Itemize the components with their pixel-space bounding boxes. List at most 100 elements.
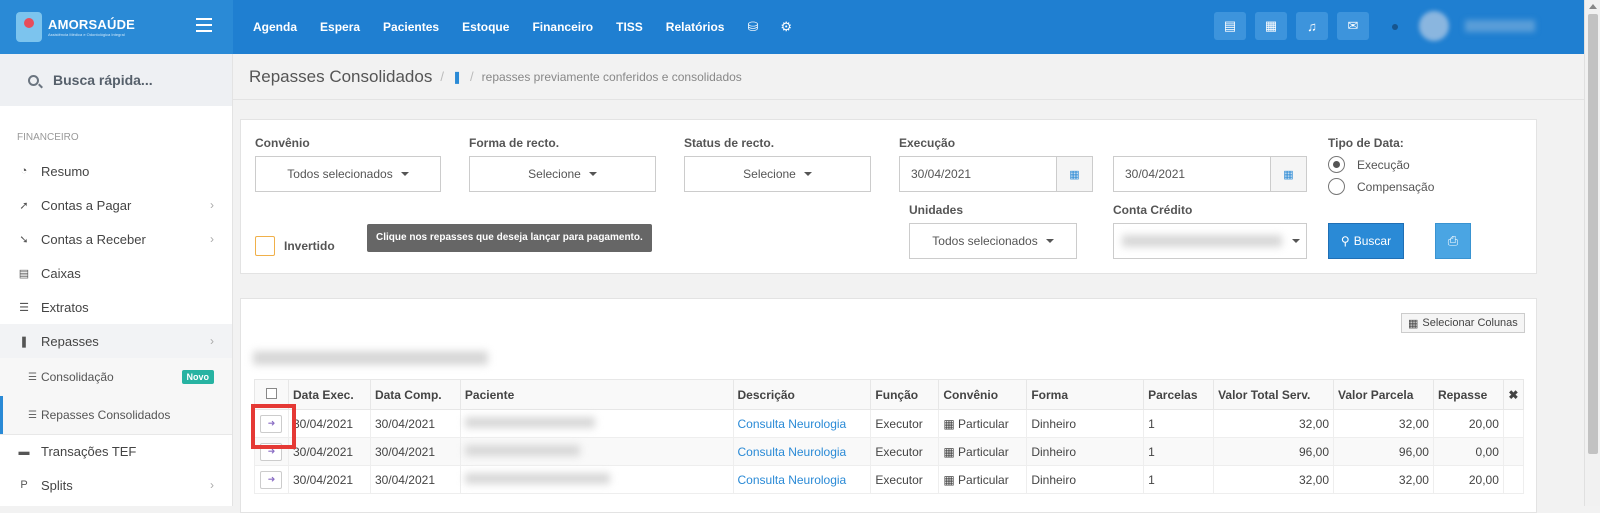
buscar-button[interactable]: ⚲ Buscar	[1328, 223, 1404, 259]
table-row[interactable]: ➜ 30/04/2021 30/04/2021 Consulta Neurolo…	[254, 409, 1525, 438]
select-columns-button[interactable]: ▦ Selecionar Colunas	[1401, 313, 1525, 333]
col-parcelas[interactable]: Parcelas	[1143, 379, 1215, 410]
conta-credito-select[interactable]	[1113, 223, 1307, 259]
quick-search[interactable]: Busca rápida...	[0, 54, 232, 106]
sidebar-item-label: Consolidação	[40, 370, 114, 384]
search-icon: ⚲	[1340, 234, 1350, 248]
close-columns-icon[interactable]: ✖	[1502, 379, 1525, 410]
arrow-down-circle-icon: ➘	[19, 233, 29, 246]
search-placeholder: Busca rápida...	[53, 72, 153, 88]
sidebar-item-contas-pagar[interactable]: ➚ Contas a Pagar ›	[0, 188, 232, 222]
list-icon: ☰	[28, 371, 37, 383]
table-icon: ▦	[1408, 317, 1419, 330]
highlight-box	[251, 404, 296, 449]
arrow-up-circle-icon: ➚	[19, 199, 29, 212]
new-badge: Novo	[181, 370, 214, 384]
cell-descricao[interactable]: Consulta Neurologia	[732, 465, 872, 494]
convenio-text: Particular	[958, 416, 1009, 431]
menu-relatorios[interactable]: Relatórios	[666, 20, 725, 34]
col-valor-total[interactable]: Valor Total Serv.	[1213, 379, 1335, 410]
print-button[interactable]: ⎙	[1435, 223, 1471, 259]
col-valor-parcela[interactable]: Valor Parcela	[1333, 379, 1434, 410]
chat-icon[interactable]: ✉	[1337, 12, 1369, 40]
menu-espera[interactable]: Espera	[320, 20, 360, 34]
menu-financeiro[interactable]: Financeiro	[532, 20, 593, 34]
bell-icon[interactable]: ♫	[1296, 12, 1328, 40]
menu-pacientes[interactable]: Pacientes	[383, 20, 439, 34]
forma-dropdown[interactable]: Selecione	[469, 156, 656, 192]
repasses-table: Data Exec. Data Comp. Paciente Descrição…	[254, 379, 1525, 494]
convenio-dropdown[interactable]: Todos selecionados	[255, 156, 441, 192]
user-name-redacted[interactable]	[1465, 20, 1535, 32]
cell-descricao[interactable]: Consulta Neurologia	[732, 437, 872, 466]
chevron-right-icon: ›	[210, 478, 214, 492]
descricao-link[interactable]: Consulta Neurologia	[738, 473, 847, 487]
brand-area[interactable]: AMORSAÚDE Assistência Médica e Odontológ…	[0, 0, 233, 54]
card-icon[interactable]: ▦	[1255, 12, 1287, 40]
sidebar-item-contas-receber[interactable]: ➘ Contas a Receber ›	[0, 222, 232, 256]
gear-icon[interactable]: ⚙	[780, 19, 792, 35]
caret-down-icon	[1045, 239, 1054, 243]
page-scrollbar[interactable]	[1584, 0, 1600, 506]
col-forma[interactable]: Forma	[1026, 379, 1145, 410]
status-value: Selecione	[743, 167, 796, 181]
unidades-dropdown[interactable]: Todos selecionados	[909, 223, 1077, 259]
sidebar-item-transacoes-tef[interactable]: ▬ Transações TEF	[0, 434, 232, 468]
search-icon	[28, 74, 39, 86]
cell-funcao: Executor	[870, 409, 940, 438]
col-repasse[interactable]: Repasse	[1432, 379, 1504, 410]
menu-toggle-icon[interactable]	[196, 18, 212, 32]
radio-execucao[interactable]: Execução	[1328, 156, 1410, 173]
inbox-icon[interactable]: ▤	[1214, 12, 1246, 40]
invertido-checkbox[interactable]	[255, 236, 275, 256]
col-paciente[interactable]: Paciente	[459, 379, 734, 410]
date-to-field[interactable]: 30/04/2021 ▦	[1113, 156, 1307, 192]
date-from-value: 30/04/2021	[911, 167, 972, 181]
avatar[interactable]	[1419, 11, 1449, 41]
descricao-link[interactable]: Consulta Neurologia	[738, 417, 847, 431]
radio-compensacao[interactable]: Compensação	[1328, 178, 1434, 195]
cell-parcelas: 1	[1143, 437, 1215, 466]
calendar-icon[interactable]: ▦	[1056, 157, 1092, 191]
patient-name-redacted	[464, 444, 580, 456]
sidebar-item-label: Repasses Consolidados	[40, 408, 171, 422]
cell-valor-parcela: 32,00	[1333, 465, 1434, 494]
status-dropdown[interactable]: Selecione	[684, 156, 871, 192]
puzzle-icon: ❚	[451, 69, 463, 84]
menu-tiss[interactable]: TISS	[616, 20, 643, 34]
sidebar-subitem-repasses-consolidados[interactable]: ☰ Repasses Consolidados	[0, 396, 232, 434]
calendar-icon[interactable]: ▦	[1270, 157, 1306, 191]
sidebar-item-caixas[interactable]: ▤ Caixas	[0, 256, 232, 290]
database-icon[interactable]: ⛁	[747, 19, 758, 35]
col-convenio[interactable]: Convênio	[938, 379, 1028, 410]
cell-valor-parcela: 32,00	[1333, 409, 1434, 438]
sidebar-item-extratos[interactable]: ☰ Extratos	[0, 290, 232, 324]
col-data-comp[interactable]: Data Comp.	[369, 379, 461, 410]
sidebar-item-splits[interactable]: P Splits ›	[0, 468, 232, 502]
cell-convenio: ▦ Particular	[938, 437, 1028, 466]
date-from-field[interactable]: 30/04/2021 ▦	[899, 156, 1093, 192]
launch-payment-icon[interactable]: ➜	[260, 470, 283, 489]
sidebar-subitem-consolidacao[interactable]: ☰ Consolidação Novo	[0, 358, 232, 396]
invertido-label: Invertido	[284, 239, 335, 253]
list-icon: ☰	[28, 409, 37, 421]
select-columns-label: Selecionar Colunas	[1422, 317, 1518, 329]
menu-agenda[interactable]: Agenda	[253, 20, 297, 34]
cell-descricao[interactable]: Consulta Neurologia	[732, 409, 872, 438]
cell-parcelas: 1	[1143, 409, 1215, 438]
table-icon: ▦	[943, 416, 959, 431]
chevron-right-icon: ›	[210, 334, 214, 348]
col-data-exec[interactable]: Data Exec.	[287, 379, 371, 410]
sidebar-item-resumo[interactable]: ◔ Resumo	[0, 154, 232, 188]
sidebar-item-repasses[interactable]: ❚ Repasses ›	[0, 324, 232, 358]
col-funcao[interactable]: Função	[870, 379, 940, 410]
descricao-link[interactable]: Consulta Neurologia	[738, 445, 847, 459]
select-all-checkbox[interactable]	[265, 387, 277, 399]
col-descricao[interactable]: Descrição	[732, 379, 872, 410]
cell-repasse: 20,00	[1432, 465, 1504, 494]
caret-down-icon	[400, 172, 409, 176]
cell-convenio: ▦ Particular	[938, 465, 1028, 494]
table-row[interactable]: ➜ 30/04/2021 30/04/2021 Consulta Neurolo…	[254, 437, 1525, 466]
menu-estoque[interactable]: Estoque	[462, 20, 509, 34]
table-row[interactable]: ➜ 30/04/2021 30/04/2021 Consulta Neurolo…	[254, 465, 1525, 494]
